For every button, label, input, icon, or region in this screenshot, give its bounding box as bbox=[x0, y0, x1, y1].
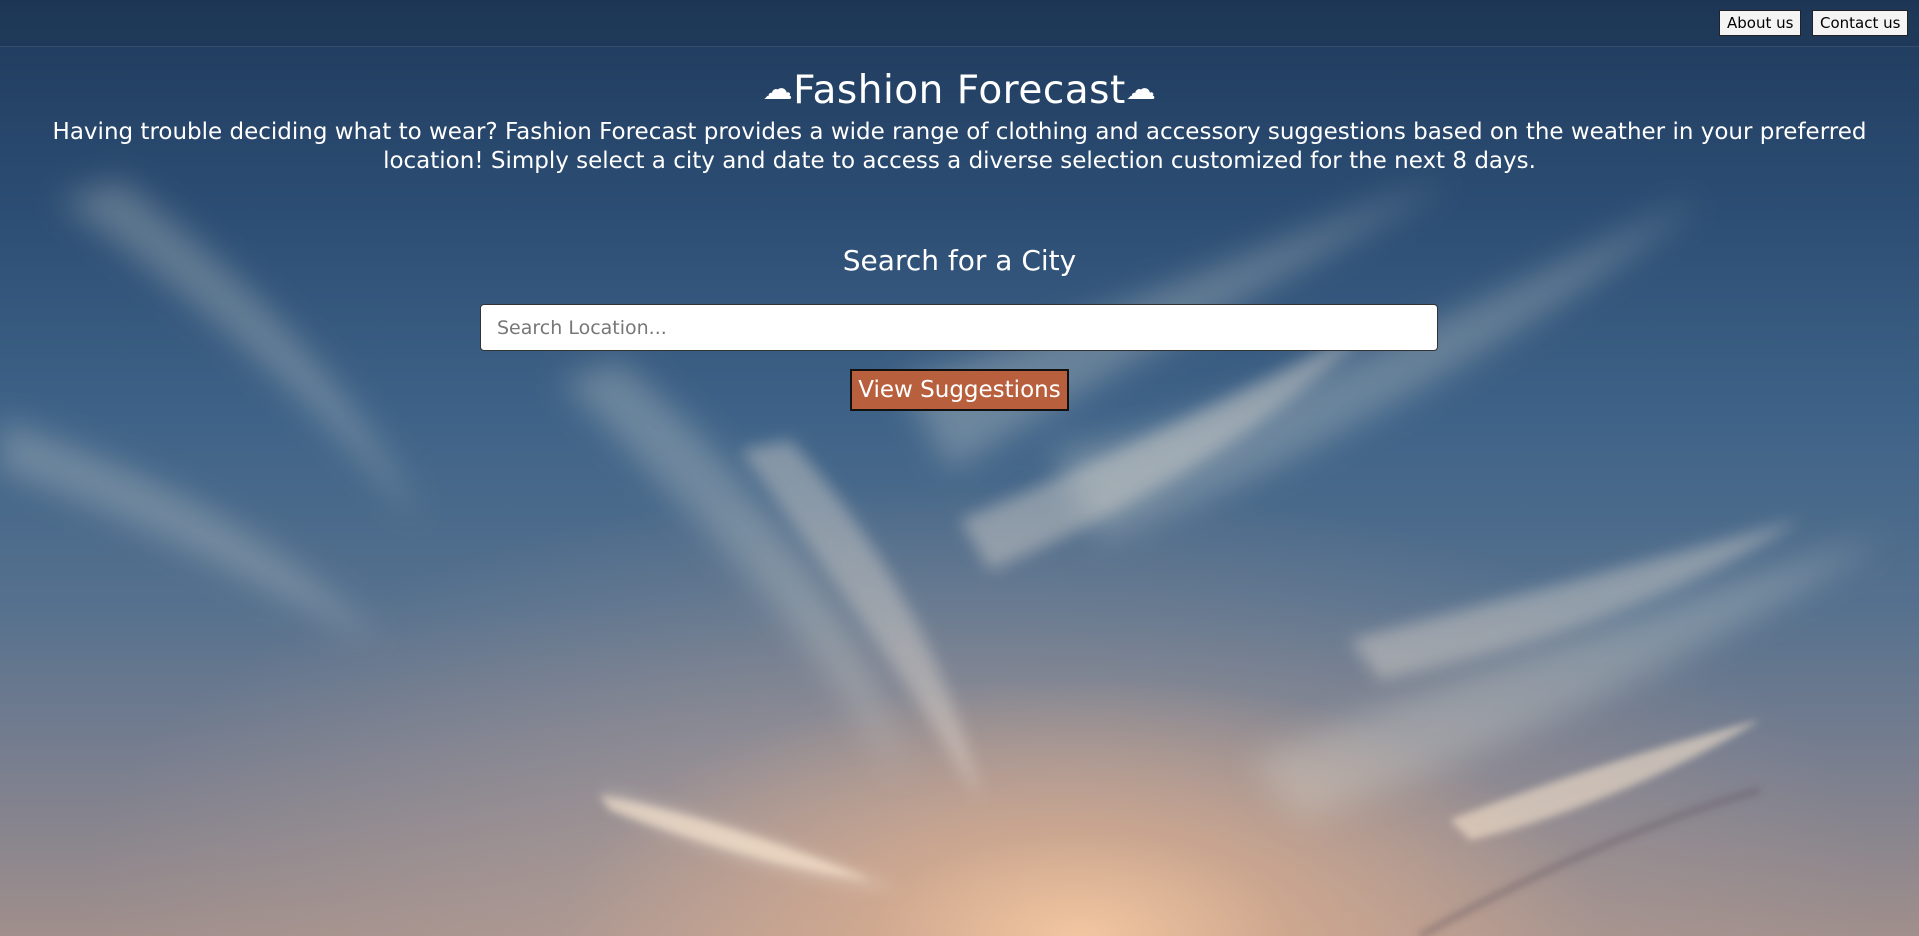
page-title: ☁Fashion Forecast☁ bbox=[0, 66, 1919, 115]
search-location-input[interactable] bbox=[480, 304, 1438, 351]
page-title-text: Fashion Forecast bbox=[793, 68, 1126, 113]
view-suggestions-button[interactable]: View Suggestions bbox=[850, 369, 1069, 411]
search-heading: Search for a City bbox=[842, 244, 1077, 277]
app-description: Having trouble deciding what to wear? Fa… bbox=[52, 119, 1867, 174]
about-us-button[interactable]: About us bbox=[1719, 10, 1802, 36]
contact-us-button[interactable]: Contact us bbox=[1812, 10, 1909, 36]
cloud-icon: ☁ bbox=[762, 72, 794, 107]
cloud-icon: ☁ bbox=[1125, 72, 1157, 107]
top-navigation-bar: About us Contact us bbox=[0, 0, 1919, 47]
